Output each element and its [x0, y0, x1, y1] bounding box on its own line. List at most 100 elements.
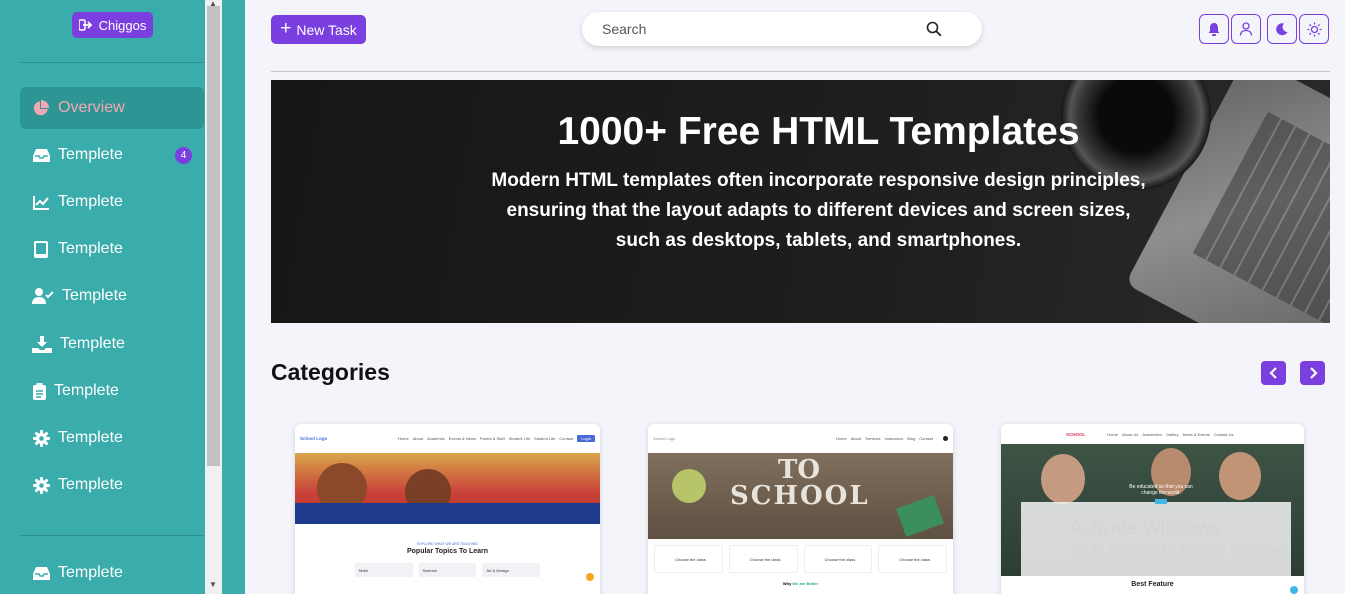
sidebar-scrollbar-thumb[interactable] [207, 6, 220, 466]
bell-icon [1208, 23, 1220, 36]
chat-bubble-icon [1290, 586, 1298, 594]
scroll-up-arrow-icon[interactable]: ▲ [209, 0, 217, 8]
sidebar-item-label: Templete [58, 146, 123, 163]
search-icon[interactable] [926, 21, 942, 37]
scroll-down-arrow-icon[interactable]: ▼ [209, 580, 217, 589]
sidebar-item-templete-8[interactable]: Templete [20, 464, 204, 506]
card-tagline: Be educated so that you can change the w… [1111, 484, 1211, 504]
card-nav-item: Academics [1142, 431, 1162, 437]
sidebar-item-label: Templete [58, 193, 123, 210]
card-nav: School Logo Home About Services Instruct… [648, 424, 953, 453]
sign-out-icon [78, 19, 92, 31]
brand-label: Chiggos [98, 17, 147, 33]
hero-banner: 1000+ Free HTML Templates Modern HTML te… [271, 80, 1330, 323]
sidebar-item-label: Templete [58, 429, 123, 446]
card-nav-item: Contact [559, 436, 574, 441]
card-heading: Best Feature [1131, 581, 1174, 588]
template-card-1[interactable]: School Logo Home About Academic Events &… [295, 424, 600, 594]
card-login-button: Login [577, 435, 595, 442]
light-mode-button[interactable] [1299, 14, 1329, 44]
card-feature: Choose the class [654, 545, 723, 573]
dark-mode-button[interactable] [1267, 14, 1297, 44]
sidebar-item-templete-1[interactable]: Templete 4 [20, 134, 204, 176]
card-feature: Choose the class [803, 545, 873, 573]
inbox-icon [32, 564, 50, 582]
sidebar-item-templete-9[interactable]: Templete [20, 552, 204, 594]
sidebar-item-templete-2[interactable]: Templete [20, 181, 204, 223]
line-chart-icon [32, 193, 50, 211]
sidebar-item-templete-7[interactable]: Templete [20, 417, 204, 459]
search-input[interactable] [602, 21, 922, 37]
new-task-button[interactable]: + New Task [271, 15, 366, 44]
card-nav-item: Contact [919, 436, 933, 441]
sidebar-item-overview[interactable]: Overview [20, 87, 204, 129]
header-divider [271, 71, 1330, 72]
card-kicker: EXPLORE WHAT WE ARE TEACHING [416, 542, 479, 546]
sidebar-gutter [222, 0, 245, 594]
sidebar-item-label: Overview [58, 99, 125, 116]
card-nav-item: Events & News [448, 436, 476, 441]
card-nav-item: Gallery [1165, 431, 1179, 437]
notification-button[interactable] [1199, 14, 1229, 44]
pie-chart-icon [32, 99, 50, 117]
carousel-next-button[interactable] [1300, 361, 1325, 385]
card-feature: Choose the class [878, 545, 947, 573]
card-hero-image: TO SCHOOL [648, 453, 953, 539]
hero-line: such as desktops, tablets, and smartphon… [615, 230, 1022, 251]
plus-icon: + [280, 18, 292, 39]
sidebar-item-label: Templete [54, 382, 119, 399]
chat-bubble-icon [586, 573, 594, 581]
card-cta-button [1155, 499, 1167, 504]
hero-line: Modern HTML templates often incorporate … [491, 170, 1146, 191]
card-hero-image [295, 453, 600, 524]
card-nav-item: About [412, 436, 424, 441]
categories-title: Categories [271, 359, 390, 385]
card-pill: Math [355, 563, 413, 577]
sidebar-item-templete-5[interactable]: Templete [20, 323, 204, 365]
tablet-icon [32, 240, 50, 258]
card-nav-item: Instructors [884, 436, 904, 441]
hero-title: 1000+ Free HTML Templates [557, 110, 1080, 153]
sidebar-item-label: Templete [58, 564, 123, 581]
card-pill: Art & Design [482, 563, 541, 577]
card-nav-item: Blog [907, 436, 916, 441]
card-body: EXPLORE WHAT WE ARE TEACHING Popular Top… [295, 524, 600, 577]
template-card-3[interactable]: SCHOOL Home About Us Academics Gallery N… [1001, 424, 1304, 594]
gear-icon [32, 429, 50, 447]
new-task-label: New Task [296, 21, 357, 38]
card-nav-item: Student Life [508, 436, 531, 441]
sidebar-item-templete-4[interactable]: Templete [20, 275, 204, 317]
brand-button[interactable]: Chiggos [72, 12, 153, 38]
profile-button[interactable] [1231, 14, 1261, 44]
card-footer: Why We are Better [648, 581, 953, 586]
apple-image [672, 469, 706, 503]
card-nav-item: Student Life [534, 436, 556, 441]
card-nav-item: News & Events [1182, 431, 1210, 437]
chevron-left-icon [1268, 367, 1277, 379]
card-footer-text: We are Better [792, 581, 819, 586]
sidebar-divider-top [20, 62, 204, 63]
card-nav-item: About Us [1121, 431, 1139, 437]
card-heading: Popular Topics To Learn [406, 548, 489, 555]
gear-icon [32, 476, 50, 494]
card-pills: Math Science Art & Design [295, 555, 600, 577]
card-nav: SCHOOL Home About Us Academics Gallery N… [1001, 424, 1304, 444]
card-nav-item: Home [1107, 431, 1118, 437]
card-tagline-line: change the world. [1141, 490, 1181, 496]
hero-line: ensuring that the layout adapts to diffe… [506, 200, 1131, 221]
sidebar-item-label: Templete [60, 335, 125, 352]
template-card-2[interactable]: School Logo Home About Services Instruct… [648, 424, 953, 594]
desk-area [295, 503, 600, 524]
sidebar-item-label: Templete [58, 476, 123, 493]
windows-activation-watermark: Activate Windows Go to Settings to activ… [1070, 518, 1291, 557]
watermark-subtitle: Go to Settings to activate Windows. [1070, 541, 1291, 557]
carousel-prev-button[interactable] [1261, 361, 1286, 385]
search-bar [582, 12, 982, 46]
sidebar-item-label: Templete [58, 240, 123, 257]
sidebar: Chiggos Overview Templete 4 Templete Tem… [0, 0, 222, 594]
inbox-icon [32, 146, 50, 164]
sun-icon [1307, 22, 1321, 36]
card-logo: School Logo [653, 436, 676, 441]
sidebar-item-templete-3[interactable]: Templete [20, 228, 204, 270]
sidebar-item-templete-6[interactable]: Templete [20, 370, 204, 412]
